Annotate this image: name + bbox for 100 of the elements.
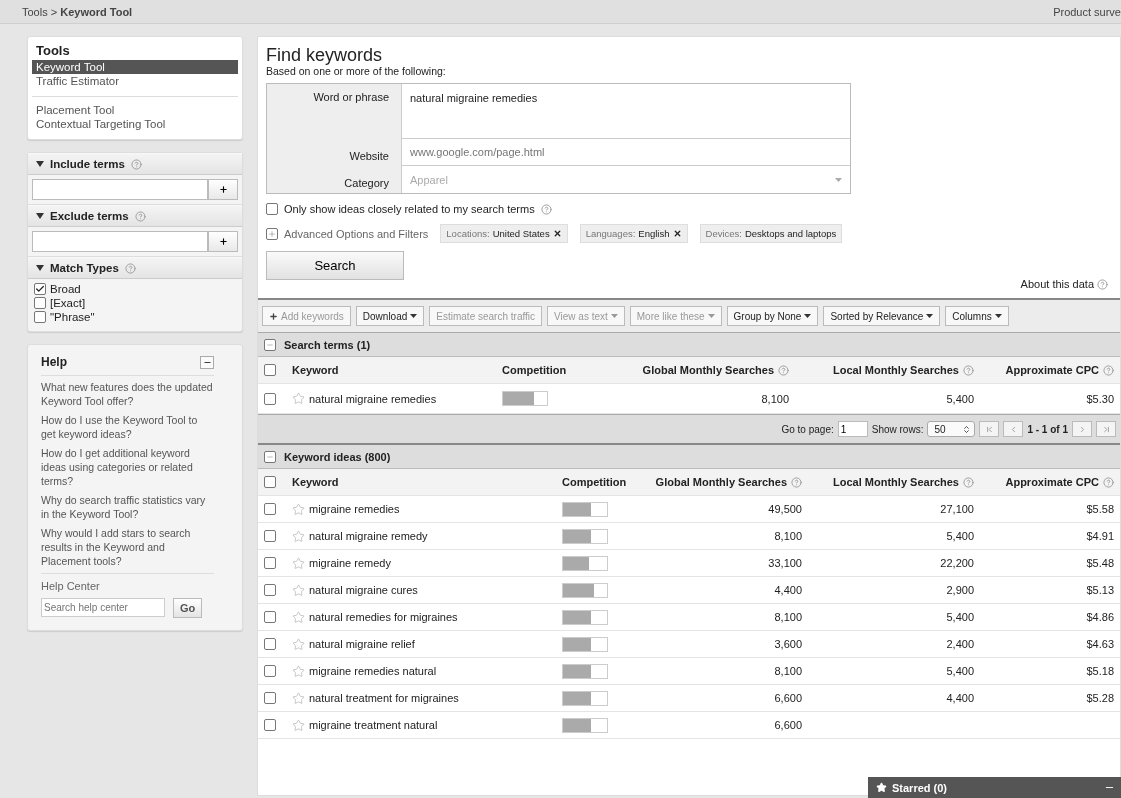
help-icon[interactable] xyxy=(540,203,552,215)
advanced-options-link[interactable]: Advanced Options and Filters xyxy=(284,227,429,240)
filter-header[interactable]: Include terms xyxy=(28,153,242,175)
checkbox[interactable] xyxy=(34,283,46,295)
help-icon[interactable] xyxy=(963,476,974,488)
toolbar-button[interactable]: Columns xyxy=(945,306,1009,326)
sidebar-item[interactable]: Keyword Tool xyxy=(32,60,238,74)
help-icon[interactable] xyxy=(124,262,136,274)
starred-label: Starred (0) xyxy=(892,781,948,794)
collapse-button[interactable] xyxy=(200,355,214,369)
star-icon[interactable] xyxy=(292,556,305,570)
checkbox[interactable] xyxy=(266,203,278,215)
star-icon[interactable] xyxy=(292,718,305,732)
starred-bar[interactable]: Starred (0) xyxy=(868,777,1121,798)
table-cell: $4.91 xyxy=(1086,530,1114,542)
star-icon[interactable] xyxy=(292,529,305,543)
star-icon[interactable] xyxy=(292,664,305,678)
go-button[interactable]: Go xyxy=(173,598,203,618)
plus-icon xyxy=(218,237,228,246)
tools-title: Tools xyxy=(35,43,71,60)
expand-icon[interactable] xyxy=(266,227,278,240)
toolbar-button[interactable]: Group by None xyxy=(726,306,819,326)
page-field[interactable]: 1 xyxy=(837,421,868,437)
toolbar-button[interactable]: Download xyxy=(355,306,425,326)
add-button[interactable] xyxy=(208,231,238,252)
star-icon xyxy=(876,782,887,793)
table-cell: 8,100 xyxy=(774,611,802,623)
search-field[interactable]: Search help center xyxy=(41,598,165,617)
checkbox[interactable] xyxy=(264,392,276,405)
help-icon[interactable] xyxy=(134,210,146,222)
table-cell: 4,400 xyxy=(774,584,802,596)
star-icon[interactable] xyxy=(292,610,305,624)
star-icon[interactable] xyxy=(292,583,305,597)
add-button[interactable] xyxy=(208,179,238,200)
checkbox[interactable] xyxy=(264,665,276,677)
keyword-text: migraine remedy xyxy=(309,557,391,569)
help-icon[interactable] xyxy=(1103,364,1114,376)
collapse-icon[interactable] xyxy=(264,338,276,351)
help-icon[interactable] xyxy=(1103,476,1114,488)
help-icon[interactable] xyxy=(1097,278,1108,290)
close-icon[interactable] xyxy=(672,229,682,238)
star-icon[interactable] xyxy=(292,392,305,405)
help-title: Help xyxy=(41,355,67,369)
filter-chip[interactable]: Languages: English xyxy=(579,224,688,243)
checkbox[interactable] xyxy=(264,476,276,488)
checkbox[interactable] xyxy=(264,503,276,515)
plus-icon xyxy=(269,311,278,321)
checkbox[interactable] xyxy=(264,692,276,704)
help-link[interactable]: How do I use the Keyword Tool to get keyword ideas? xyxy=(41,413,214,441)
star-icon[interactable] xyxy=(292,502,305,516)
column-header: Local Monthly Searches xyxy=(833,364,959,376)
pager-label: Show rows: xyxy=(871,423,924,435)
checkbox[interactable] xyxy=(264,719,276,731)
input-field[interactable] xyxy=(32,179,208,200)
help-link[interactable]: Why do search traffic statistics vary in the Keyword Tool? xyxy=(41,493,214,521)
first-page-button[interactable] xyxy=(979,421,1000,437)
checkbox[interactable] xyxy=(264,557,276,569)
help-icon[interactable] xyxy=(963,364,974,376)
survey-link[interactable]: Product surve xyxy=(1053,5,1121,18)
filter-header[interactable]: Exclude terms xyxy=(28,205,242,227)
keyword-text: natural migraine remedy xyxy=(309,530,428,542)
checkbox[interactable] xyxy=(264,530,276,542)
checkbox[interactable] xyxy=(264,584,276,596)
star-icon[interactable] xyxy=(292,637,305,651)
search-button[interactable]: Search xyxy=(266,251,404,280)
filter-title: Exclude terms xyxy=(50,210,129,222)
filter-chip[interactable]: Devices: Desktops and laptops xyxy=(699,224,843,243)
rows-select[interactable]: 50 xyxy=(927,421,976,437)
collapse-icon[interactable] xyxy=(264,450,276,463)
section-title: Keyword ideas (800) xyxy=(284,450,391,463)
last-page-button[interactable] xyxy=(1096,421,1116,437)
field-label: Category xyxy=(344,177,389,189)
next-page-button[interactable] xyxy=(1072,421,1092,437)
about-data-link[interactable]: About this data xyxy=(1020,278,1094,290)
filter-title: Match Types xyxy=(50,262,119,274)
checkbox-label: Only show ideas closely related to my search terms xyxy=(284,203,535,215)
checkbox[interactable] xyxy=(264,364,276,376)
help-link[interactable]: Why would I add stars to search results in the Keyword and Placement tools? xyxy=(41,526,214,568)
star-icon[interactable] xyxy=(292,691,305,705)
help-link[interactable]: How do I get additional keyword ideas using categories or related terms? xyxy=(41,446,214,488)
help-icon[interactable] xyxy=(130,158,142,170)
previous-page-button[interactable] xyxy=(1003,421,1024,437)
input-field[interactable] xyxy=(32,231,208,252)
caret-icon xyxy=(707,314,715,318)
help-icon[interactable] xyxy=(791,476,802,488)
close-icon[interactable] xyxy=(552,229,562,238)
checkbox[interactable] xyxy=(264,638,276,650)
filter-chip[interactable]: Locations: United States xyxy=(440,224,568,243)
checkbox[interactable] xyxy=(34,311,46,323)
table-cell: $5.18 xyxy=(1086,665,1114,677)
toolbar-button[interactable]: Sorted by Relevance xyxy=(823,306,941,326)
sidebar-item[interactable]: Traffic Estimator xyxy=(32,74,238,88)
checkbox-label: [Exact] xyxy=(50,297,86,309)
help-link[interactable]: What new features does the updated Keyword Tool offer? xyxy=(41,380,214,408)
help-icon[interactable] xyxy=(778,364,789,376)
sidebar-item[interactable]: Placement Tool xyxy=(32,103,238,117)
filter-header[interactable]: Match Types xyxy=(28,257,242,279)
sidebar-item[interactable]: Contextual Targeting Tool xyxy=(32,117,238,131)
checkbox[interactable] xyxy=(264,611,276,623)
checkbox[interactable] xyxy=(34,297,46,309)
